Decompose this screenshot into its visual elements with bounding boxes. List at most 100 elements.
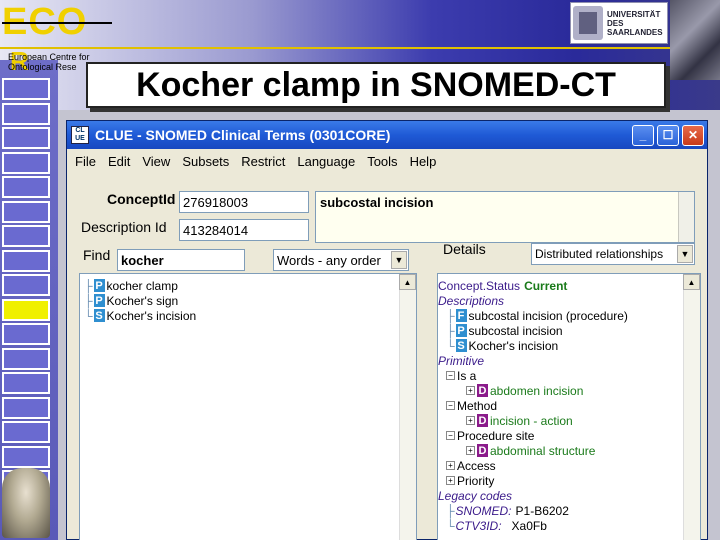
- list-item[interactable]: ├ P Kocher's sign: [84, 293, 178, 308]
- description-item[interactable]: ├ P subcostal incision: [446, 323, 563, 338]
- university-name-line3: SAARLANDES: [607, 27, 663, 37]
- window-titlebar[interactable]: CL UE CLUE - SNOMED Clinical Terms (0301…: [67, 121, 707, 149]
- search-results-list[interactable]: ├ P kocher clamp ├ P Kocher's sign └ S K…: [79, 273, 417, 540]
- relationship-row[interactable]: + Priority: [446, 473, 494, 488]
- university-crest-icon: [573, 6, 603, 40]
- ctv3-code-label: CTV3ID:: [455, 518, 502, 533]
- expand-icon[interactable]: +: [466, 446, 475, 455]
- list-item[interactable]: └ S Kocher's incision: [84, 308, 196, 323]
- menu-tools[interactable]: Tools: [367, 154, 397, 169]
- chevron-down-icon[interactable]: ▼: [677, 245, 693, 263]
- clue-app-icon: CL UE: [71, 126, 89, 144]
- slide-nav-button[interactable]: [2, 78, 50, 100]
- relationship-value-row[interactable]: + D incision - action: [466, 413, 573, 428]
- tree-connector-icon: └: [446, 518, 455, 533]
- relationship-value-row[interactable]: + D abdomen incision: [466, 383, 583, 398]
- snomed-code-label: SNOMED:: [455, 503, 512, 518]
- find-label: Find: [83, 247, 111, 263]
- slide-nav-button[interactable]: [2, 323, 50, 345]
- synonym-term-icon: S: [455, 339, 467, 352]
- concept-details-panel[interactable]: Concept.Status Current Descriptions ├ F …: [437, 273, 701, 540]
- find-order-value: Words - any order: [277, 252, 381, 268]
- minimize-button[interactable]: _: [632, 124, 654, 146]
- synonym-term-icon: S: [93, 309, 105, 322]
- list-item[interactable]: ├ P kocher clamp: [84, 278, 178, 293]
- university-name-line1: UNIVERSITÄT: [607, 9, 661, 19]
- legacy-code-row: └ CTV3ID: Xa0Fb: [446, 518, 547, 533]
- slide-nav-button[interactable]: [2, 298, 50, 321]
- menu-bar: File Edit View Subsets Restrict Language…: [67, 149, 707, 173]
- slide-title: Kocher clamp in SNOMED-CT: [86, 62, 666, 108]
- find-order-select[interactable]: Words - any order ▼: [273, 249, 409, 271]
- expand-icon[interactable]: +: [466, 386, 475, 395]
- slide-nav-button[interactable]: [2, 200, 50, 223]
- expand-icon[interactable]: +: [446, 461, 455, 470]
- slide-nav-button[interactable]: [2, 151, 50, 174]
- maximize-button[interactable]: ☐: [657, 124, 679, 146]
- primitive-heading: Primitive: [438, 353, 485, 368]
- tree-connector-icon: ├: [446, 323, 455, 338]
- slide-nav-button[interactable]: [2, 127, 50, 149]
- result-text: Kocher's sign: [106, 293, 179, 308]
- snomed-code-value: P1-B6202: [515, 503, 569, 518]
- menu-subsets[interactable]: Subsets: [182, 154, 229, 169]
- relationship-row[interactable]: + Access: [446, 458, 496, 473]
- aristotle-bust-image: [2, 468, 50, 538]
- chevron-down-icon[interactable]: ▼: [391, 251, 407, 269]
- collapse-icon[interactable]: −: [446, 401, 455, 410]
- org-name-line2: Ontological Rese: [8, 62, 77, 72]
- tree-connector-icon: ├: [84, 278, 93, 293]
- slide-nav-button[interactable]: [2, 274, 50, 296]
- slide-nav-button[interactable]: [2, 347, 50, 370]
- close-button[interactable]: ✕: [682, 124, 704, 146]
- concept-id-label: ConceptId: [107, 191, 176, 207]
- description-text: subcostal incision (procedure): [468, 308, 628, 323]
- details-scrollbar[interactable]: ▲: [683, 274, 700, 540]
- expand-icon[interactable]: +: [466, 416, 475, 425]
- relationship-row[interactable]: − Method: [446, 398, 497, 413]
- relationship-row[interactable]: − Is a: [446, 368, 476, 383]
- term-field[interactable]: subcostal incision: [315, 191, 695, 243]
- menu-language[interactable]: Language: [297, 154, 355, 169]
- menu-edit[interactable]: Edit: [108, 154, 130, 169]
- tree-connector-icon: ├: [446, 308, 455, 323]
- ctv3-code-value: Xa0Fb: [511, 518, 547, 533]
- tree-connector-icon: └: [84, 308, 93, 323]
- find-input[interactable]: kocher: [117, 249, 245, 271]
- term-scrollbar[interactable]: [678, 192, 694, 242]
- details-mode-select[interactable]: Distributed relationships ▼: [531, 243, 695, 265]
- term-value: subcostal incision: [320, 195, 434, 210]
- slide-nav-button[interactable]: [2, 445, 50, 468]
- tree-connector-icon: ├: [84, 293, 93, 308]
- slide-nav-button[interactable]: [2, 396, 50, 419]
- menu-restrict[interactable]: Restrict: [241, 154, 285, 169]
- description-item[interactable]: └ S Kocher's incision: [446, 338, 558, 353]
- menu-help[interactable]: Help: [410, 154, 437, 169]
- description-item[interactable]: ├ F subcostal incision (procedure): [446, 308, 628, 323]
- slide-nav-button[interactable]: [2, 372, 50, 394]
- description-id-field[interactable]: 413284014: [179, 219, 309, 241]
- logo-underline: [2, 22, 112, 24]
- relationship-row[interactable]: − Procedure site: [446, 428, 534, 443]
- concept-id-field[interactable]: 276918003: [179, 191, 309, 213]
- description-id-label: Description Id: [81, 219, 167, 235]
- description-text: subcostal incision: [468, 323, 563, 338]
- preferred-term-icon: P: [93, 279, 105, 292]
- scroll-up-icon[interactable]: ▲: [683, 274, 700, 290]
- collapse-icon[interactable]: −: [446, 431, 455, 440]
- slide-nav-button[interactable]: [2, 176, 50, 198]
- status-value: Current: [524, 278, 568, 293]
- slide-nav-button[interactable]: [2, 102, 50, 125]
- collapse-icon[interactable]: −: [446, 371, 455, 380]
- relationship-value-row[interactable]: + D abdominal structure: [466, 443, 595, 458]
- slide-nav-button[interactable]: [2, 421, 50, 443]
- slide-nav-button[interactable]: [2, 249, 50, 272]
- is-a-value: abdomen incision: [490, 383, 584, 398]
- menu-view[interactable]: View: [142, 154, 170, 169]
- results-scrollbar[interactable]: ▲: [399, 274, 416, 540]
- defined-concept-icon: D: [477, 384, 488, 397]
- expand-icon[interactable]: +: [446, 476, 455, 485]
- slide-nav-button[interactable]: [2, 225, 50, 247]
- scroll-up-icon[interactable]: ▲: [399, 274, 416, 290]
- menu-file[interactable]: File: [75, 154, 96, 169]
